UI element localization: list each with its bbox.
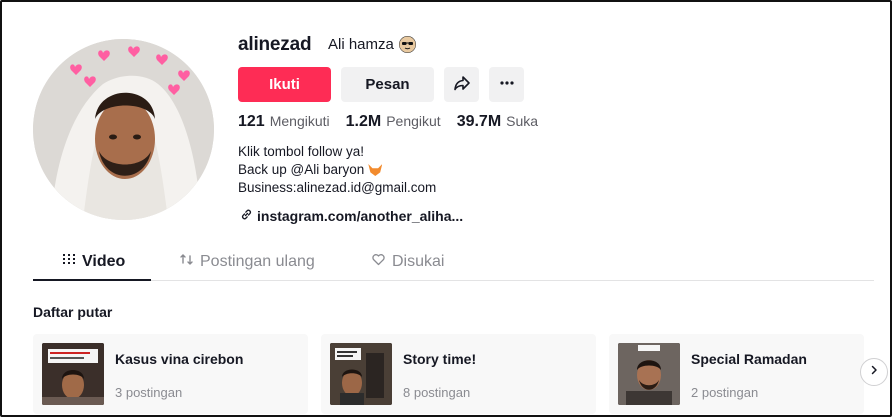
- grid-icon: [62, 252, 76, 271]
- bio-line: Back up @Ali baryon: [238, 161, 436, 179]
- playlists-title: Daftar putar: [33, 304, 113, 320]
- heart-outline-icon: [371, 252, 386, 272]
- bio-line-text: Back up @Ali baryon: [238, 162, 365, 177]
- avatar[interactable]: [33, 39, 214, 220]
- following-count: 121: [238, 113, 265, 130]
- likes-count: 39.7M: [456, 113, 502, 130]
- playlist-thumbnail: [618, 343, 680, 405]
- followers-count: 1.2M: [345, 113, 382, 130]
- share-icon: [453, 74, 471, 96]
- tab-label: Video: [82, 252, 126, 270]
- playlist-card[interactable]: Story time! 8 postingan: [321, 334, 596, 414]
- fox-emoji-icon: [368, 164, 383, 176]
- tab-repost[interactable]: Postingan ulang: [179, 252, 315, 272]
- chevron-right-icon: [868, 363, 880, 381]
- tab-liked[interactable]: Disukai: [371, 252, 444, 272]
- tab-label: Disukai: [392, 253, 445, 270]
- following-label: Mengikuti: [269, 113, 330, 129]
- playlist-count: 2 postingan: [691, 385, 759, 400]
- playlist-thumbnail: [42, 343, 104, 405]
- playlist-count: 8 postingan: [403, 385, 471, 400]
- tab-video[interactable]: Video: [62, 252, 125, 271]
- nickname: Ali hamza: [328, 36, 416, 53]
- profile-link-text: instagram.com/another_aliha...: [257, 208, 464, 224]
- following-stat[interactable]: 121 Mengikuti: [238, 113, 330, 131]
- playlist-card[interactable]: Kasus vina cirebon 3 postingan: [33, 334, 308, 414]
- playlist-name: Story time!: [403, 351, 477, 367]
- profile-page: alinezad Ali hamza Ikuti Pesan 121 Mengi…: [0, 0, 892, 417]
- playlist-name: Special Ramadan: [691, 351, 807, 367]
- tab-active-indicator: [33, 279, 151, 281]
- bio-line: Klik tombol follow ya!: [238, 144, 365, 159]
- followers-label: Pengikut: [386, 113, 441, 129]
- more-icon: [499, 75, 515, 95]
- playlist-card[interactable]: Special Ramadan 2 postingan: [609, 334, 864, 414]
- playlist-name: Kasus vina cirebon: [115, 351, 244, 367]
- more-button[interactable]: [489, 67, 524, 102]
- likes-label: Suka: [506, 113, 539, 129]
- follow-button[interactable]: Ikuti: [238, 67, 331, 102]
- bio: Klik tombol follow ya! Back up @Ali bary…: [238, 143, 436, 197]
- profile-link[interactable]: instagram.com/another_aliha...: [240, 208, 463, 224]
- sunglasses-emoji-icon: [398, 36, 416, 53]
- username: alinezad: [238, 34, 312, 55]
- profile-tabs: Video Postingan ulang Disukai: [33, 248, 874, 281]
- avatar-image: [33, 39, 214, 220]
- repost-icon: [179, 252, 194, 272]
- share-button[interactable]: [444, 67, 479, 102]
- playlist-count: 3 postingan: [115, 385, 183, 400]
- nickname-text: Ali hamza: [328, 36, 394, 53]
- message-button[interactable]: Pesan: [341, 67, 434, 102]
- followers-stat[interactable]: 1.2M Pengikut: [346, 113, 441, 131]
- likes-stat: 39.7M Suka: [457, 113, 538, 131]
- profile-stats: 121 Mengikuti 1.2M Pengikut 39.7M Suka: [238, 113, 554, 131]
- playlist-thumbnail: [330, 343, 392, 405]
- bio-line: Business:alinezad.id@gmail.com: [238, 180, 437, 195]
- playlist-next-button[interactable]: [860, 358, 888, 386]
- link-icon: [240, 208, 253, 224]
- tab-label: Postingan ulang: [200, 253, 315, 270]
